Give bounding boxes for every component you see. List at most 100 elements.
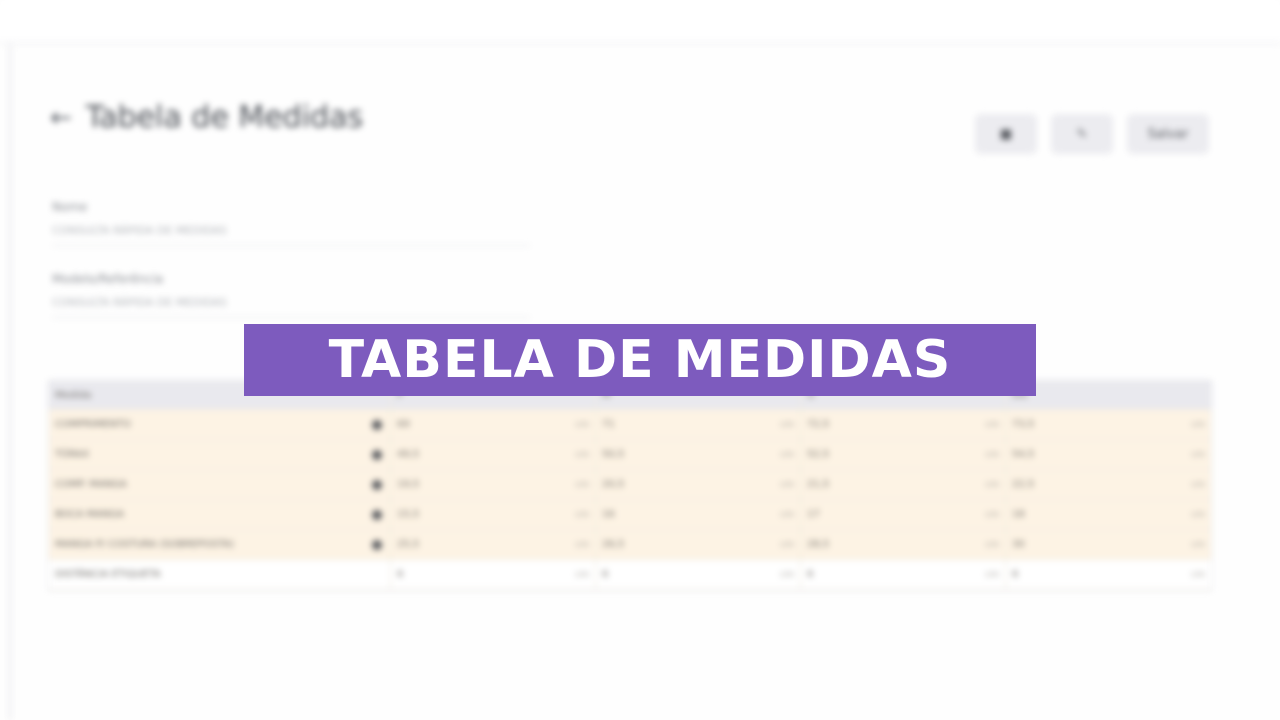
unit-label: cm: [780, 569, 794, 580]
info-dot-icon[interactable]: [372, 449, 382, 460]
model-input[interactable]: CONSULTA RÁPIDA DE MEDIDAS: [52, 296, 530, 318]
measure-value: 6: [397, 569, 404, 580]
delete-button[interactable]: ■: [975, 114, 1037, 154]
measure-value-cell[interactable]: 25,5 cm: [391, 530, 596, 559]
unit-label: cm: [985, 539, 999, 550]
unit-label: cm: [780, 539, 794, 550]
measure-value: 52,5: [807, 449, 830, 460]
measure-value: 17: [807, 509, 820, 520]
unit-label: cm: [575, 539, 589, 550]
measure-value-cell[interactable]: 19,5 cm: [391, 470, 596, 499]
unit-label: cm: [985, 509, 999, 520]
measure-value: 73,5: [1012, 419, 1035, 430]
unit-label: cm: [985, 479, 999, 490]
measure-name: TÓRAX: [55, 449, 90, 460]
name-field: Nome CONSULTA RÁPIDA DE MEDIDAS: [52, 200, 530, 246]
header-actions: ■ ✎ Salvar: [975, 114, 1209, 154]
arrow-left-icon[interactable]: ←: [50, 105, 72, 131]
table-body: COMPRIMENTO 69 cm 71 cm 72,5 cm 73,5 cm TÓRAX 49,5…: [49, 410, 1211, 590]
save-button[interactable]: Salvar: [1127, 114, 1209, 154]
measure-value-cell[interactable]: 15,5 cm: [391, 500, 596, 529]
unit-label: cm: [780, 449, 794, 460]
measure-value: 6: [602, 569, 609, 580]
measure-name: DISTÂNCIA ETIQUETA: [55, 569, 161, 580]
table-row: COMPRIMENTO 69 cm 71 cm 72,5 cm 73,5 cm: [49, 410, 1211, 440]
measure-value: 72,5: [807, 419, 830, 430]
measure-value: 15,5: [397, 509, 420, 520]
measure-value-cell[interactable]: 30 cm: [1006, 530, 1211, 559]
unit-label: cm: [1191, 509, 1205, 520]
unit-label: cm: [1191, 569, 1205, 580]
unit-label: cm: [1191, 419, 1205, 430]
unit-label: cm: [780, 419, 794, 430]
unit-label: cm: [575, 569, 589, 580]
measure-value-cell[interactable]: 54,5 cm: [1006, 440, 1211, 469]
measure-name-cell: COMPRIMENTO: [49, 410, 391, 439]
measure-value: 30: [1012, 539, 1025, 550]
measure-value: 69: [397, 419, 410, 430]
measure-value-cell[interactable]: 21,5 cm: [801, 470, 1006, 499]
save-button-label: Salvar: [1147, 126, 1189, 142]
measure-value-cell[interactable]: 6 cm: [391, 560, 596, 589]
measure-value-cell[interactable]: 71 cm: [596, 410, 801, 439]
measure-value: 50,5: [602, 449, 625, 460]
measure-value: 25,5: [397, 539, 420, 550]
unit-label: cm: [575, 449, 589, 460]
name-field-label: Nome: [52, 200, 88, 214]
unit-label: cm: [575, 479, 589, 490]
measure-value-cell[interactable]: 6 cm: [596, 560, 801, 589]
measure-name: MANGA P/ COSTURA (SOBREPOSTA): [55, 539, 235, 550]
unit-label: cm: [985, 419, 999, 430]
measure-value-cell[interactable]: 28,5 cm: [801, 530, 1006, 559]
measure-value: 6: [1012, 569, 1019, 580]
unit-label: cm: [780, 509, 794, 520]
measure-value-cell[interactable]: 26,5 cm: [596, 530, 801, 559]
info-dot-icon[interactable]: [372, 419, 382, 430]
measure-name-cell: TÓRAX: [49, 440, 391, 469]
name-input[interactable]: CONSULTA RÁPIDA DE MEDIDAS: [52, 224, 530, 246]
measure-value-cell[interactable]: 72,5 cm: [801, 410, 1006, 439]
measure-name: BOCA MANGA: [55, 509, 125, 520]
measure-name-cell: DISTÂNCIA ETIQUETA: [49, 560, 391, 589]
measure-value: 16: [602, 509, 615, 520]
measure-name: COMPRIMENTO: [55, 419, 131, 430]
measure-value-cell[interactable]: 69 cm: [391, 410, 596, 439]
edit-button[interactable]: ✎: [1051, 114, 1113, 154]
measure-value-cell[interactable]: 6 cm: [1006, 560, 1211, 589]
info-dot-icon[interactable]: [372, 539, 382, 550]
unit-label: cm: [575, 509, 589, 520]
sidebar-rail: [8, 44, 12, 720]
measure-value-cell[interactable]: 73,5 cm: [1006, 410, 1211, 439]
unit-label: cm: [1191, 479, 1205, 490]
measure-name-cell: MANGA P/ COSTURA (SOBREPOSTA): [49, 530, 391, 559]
measure-value-cell[interactable]: 6 cm: [801, 560, 1006, 589]
measure-value: 22,5: [1012, 479, 1035, 490]
measure-value-cell[interactable]: 52,5 cm: [801, 440, 1006, 469]
table-row: MANGA P/ COSTURA (SOBREPOSTA) 25,5 cm 26,5 c…: [49, 530, 1211, 560]
measure-value: 28,5: [807, 539, 830, 550]
title-banner: TABELA DE MEDIDAS: [244, 324, 1036, 396]
unit-label: cm: [1191, 539, 1205, 550]
info-dot-icon[interactable]: [372, 509, 382, 520]
info-dot-icon[interactable]: [372, 479, 382, 490]
measure-value-cell[interactable]: 49,5 cm: [391, 440, 596, 469]
measure-value-cell[interactable]: 16 cm: [596, 500, 801, 529]
measure-name: COMP. MANGA: [55, 479, 127, 490]
banner-text: TABELA DE MEDIDAS: [328, 330, 952, 390]
table-row: BOCA MANGA 15,5 cm 16 cm 17 cm 18 cm: [49, 500, 1211, 530]
top-bar: [0, 0, 1280, 44]
measure-value-cell[interactable]: 17 cm: [801, 500, 1006, 529]
header-label: Medida: [55, 389, 92, 401]
measure-value-cell[interactable]: 22,5 cm: [1006, 470, 1211, 499]
measure-value: 26,5: [602, 539, 625, 550]
measure-value: 21,5: [807, 479, 830, 490]
edit-icon: ✎: [1076, 126, 1088, 142]
page-title: Tabela de Medidas: [85, 100, 364, 135]
unit-label: cm: [985, 449, 999, 460]
measure-value-cell[interactable]: 18 cm: [1006, 500, 1211, 529]
measure-value-cell[interactable]: 20,5 cm: [596, 470, 801, 499]
measure-value-cell[interactable]: 50,5 cm: [596, 440, 801, 469]
measure-value: 71: [602, 419, 615, 430]
unit-label: cm: [575, 419, 589, 430]
page-header: ← Tabela de Medidas: [50, 100, 363, 135]
